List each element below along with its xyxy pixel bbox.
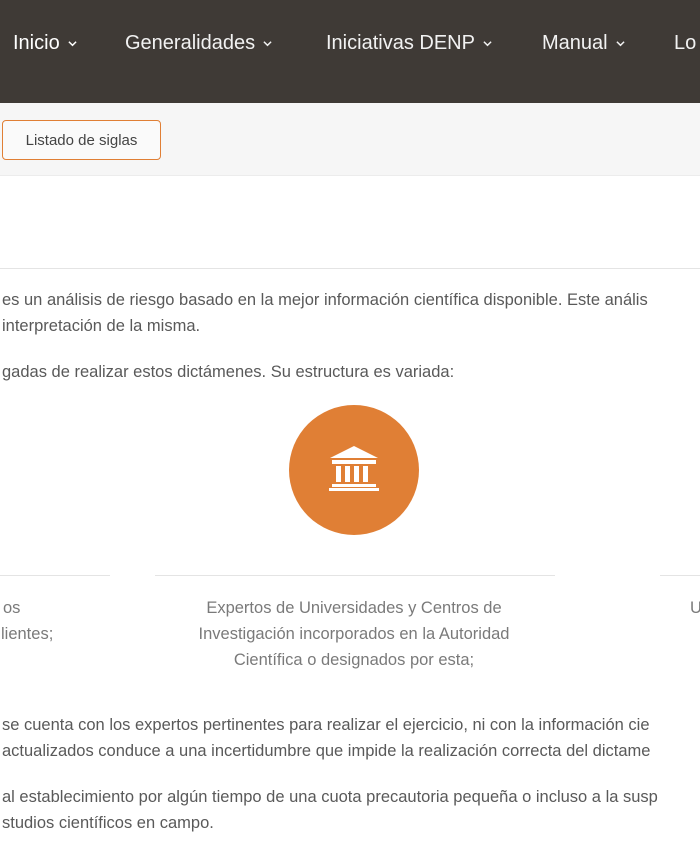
nav-item-label: Manual — [542, 31, 608, 54]
left-column-line-1: os — [3, 599, 21, 617]
nav-item-generalidades[interactable]: Generalidades — [125, 30, 272, 56]
right-column-line-1: U — [690, 599, 700, 617]
chevron-down-icon — [263, 39, 272, 48]
paragraph-2-line-2: actualizados conduce a una incertidumbre… — [2, 742, 651, 760]
column-divider-left — [0, 575, 110, 576]
section-divider — [0, 268, 700, 269]
center-column-line-1: Expertos de Universidades y Centros de — [206, 599, 502, 617]
chevron-down-icon — [616, 39, 625, 48]
paragraph-3-line-2: studios científicos en campo. — [2, 814, 214, 832]
nav-item-lo[interactable]: Lo — [674, 30, 696, 56]
nav-item-inicio[interactable]: Inicio — [13, 30, 77, 56]
institution-icon — [328, 444, 380, 497]
secondary-toolbar: Listado de siglas — [0, 103, 700, 176]
top-navbar: Inicio Generalidades Iniciativas DENP Ma… — [0, 0, 700, 103]
intro-text-line-1: es un análisis de riesgo basado en la me… — [2, 291, 648, 309]
nav-item-label: Iniciativas DENP — [326, 31, 475, 54]
chevron-down-icon — [68, 39, 77, 48]
column-divider-right — [660, 575, 700, 576]
chevron-down-icon — [483, 39, 492, 48]
nav-item-iniciativas-denp[interactable]: Iniciativas DENP — [326, 30, 492, 56]
institution-icon-circle — [289, 405, 419, 535]
paragraph-3-line-1: al establecimiento por algún tiempo de u… — [2, 788, 658, 806]
column-divider-center — [155, 575, 555, 576]
center-column-line-3: Científica o designados por esta; — [233, 651, 475, 669]
nav-item-label: Lo — [674, 31, 697, 54]
left-column-line-2: lientes; — [1, 625, 54, 643]
nav-item-label: Inicio — [13, 31, 60, 54]
paragraph-2-line-1: se cuenta con los expertos pertinentes p… — [2, 716, 650, 734]
center-column-line-2: Investigación incorporados en la Autorid… — [198, 625, 510, 643]
listado-de-siglas-button[interactable]: Listado de siglas — [2, 120, 161, 160]
nav-item-manual[interactable]: Manual — [542, 30, 625, 56]
structure-text: gadas de realizar estos dictámenes. Su e… — [2, 363, 455, 381]
intro-text-line-2: interpretación de la misma. — [2, 317, 201, 335]
nav-item-label: Generalidades — [125, 31, 256, 54]
